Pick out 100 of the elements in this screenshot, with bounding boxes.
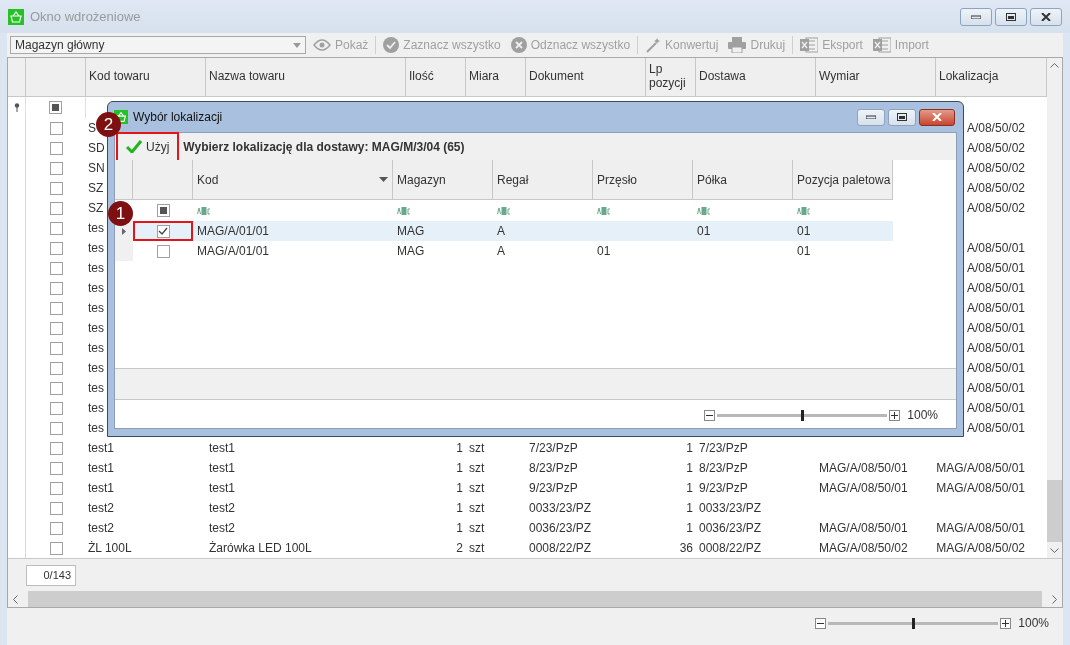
column-header[interactable]: Wymiar	[816, 58, 936, 97]
column-header[interactable]: Lokalizacja	[936, 58, 1047, 97]
table-cell: 1	[456, 501, 463, 515]
table-cell: tes	[88, 341, 104, 355]
row-checkbox[interactable]	[49, 161, 63, 175]
zoom-in-button[interactable]	[1000, 617, 1012, 629]
column-header[interactable]: Nazwa towaru	[206, 58, 406, 97]
row-checkbox[interactable]	[49, 421, 63, 435]
row-indicator	[115, 241, 133, 261]
row-checkbox[interactable]	[49, 241, 63, 255]
spreadsheet-icon	[800, 37, 819, 53]
restore-button[interactable]	[888, 108, 916, 126]
table-cell: tes	[88, 281, 104, 295]
select-all-checkbox[interactable]	[49, 101, 62, 114]
column-header[interactable]: Kod	[193, 160, 393, 200]
scrollbar-thumb[interactable]	[1047, 480, 1062, 542]
row-checkbox[interactable]	[156, 224, 170, 238]
column-header[interactable]: Regał	[493, 160, 593, 200]
table-cell: test1	[209, 461, 235, 475]
column-header[interactable]: Kod towaru	[86, 58, 206, 97]
row-checkbox[interactable]	[156, 244, 170, 258]
table-cell: MAG/A/08/50/01	[936, 521, 1025, 535]
table-cell: tes	[88, 301, 104, 315]
dialog-heading: Wybierz lokalizację dla dostawy: MAG/M/3/04 (65)	[183, 139, 465, 154]
row-checkbox[interactable]	[49, 361, 63, 375]
zoom-out-button[interactable]	[815, 617, 827, 629]
text-filter-icon	[697, 206, 711, 215]
table-cell: A/08/50/01	[966, 241, 1025, 255]
table-cell: Żarówka LED 100L	[209, 541, 312, 555]
row-checkbox[interactable]	[49, 461, 63, 475]
current-row-icon	[122, 227, 126, 235]
table-cell: ŻL 100L	[88, 541, 132, 555]
vertical-scrollbar[interactable]	[1047, 58, 1062, 558]
column-header[interactable]: Pozycja paletowa	[793, 160, 893, 200]
row-checkbox[interactable]	[49, 281, 63, 295]
column-header[interactable]: Półka	[693, 160, 793, 200]
scroll-down-icon[interactable]	[1050, 548, 1059, 554]
column-header[interactable]: Przęsło	[593, 160, 693, 200]
row-checkbox[interactable]	[49, 141, 63, 155]
row-checkbox[interactable]	[49, 121, 63, 135]
column-header[interactable]: Lp pozycji	[646, 58, 696, 97]
restore-button[interactable]	[995, 7, 1027, 26]
scroll-right-icon[interactable]	[1052, 594, 1058, 604]
scroll-left-icon[interactable]	[12, 594, 18, 604]
row-checkbox[interactable]	[49, 181, 63, 195]
table-cell: test2	[88, 501, 114, 515]
restore-icon	[1006, 12, 1016, 21]
zoom-slider[interactable]	[801, 409, 805, 421]
eye-icon	[313, 39, 331, 51]
spreadsheet-icon	[872, 37, 891, 53]
minimize-icon	[866, 115, 876, 119]
zoom-slider[interactable]	[912, 617, 916, 629]
row-checkbox[interactable]	[49, 541, 63, 555]
zoom-reading: 100%	[907, 408, 938, 422]
row-checkbox[interactable]	[49, 401, 63, 415]
basket-icon	[8, 8, 24, 25]
scroll-up-icon[interactable]	[1050, 62, 1059, 68]
close-button[interactable]	[1030, 7, 1062, 26]
row-checkbox[interactable]	[49, 301, 63, 315]
table-cell: szt	[469, 541, 485, 555]
table-cell: szt	[469, 441, 485, 455]
row-checkbox[interactable]	[49, 321, 63, 335]
column-header[interactable]: Miara	[466, 58, 526, 97]
table-cell: MAG/A/08/50/02	[819, 541, 908, 555]
warehouse-dropdown[interactable]: Magazyn główny	[10, 36, 306, 54]
column-header[interactable]	[8, 58, 26, 97]
dialog-title: Wybór lokalizacji	[133, 110, 223, 124]
column-header[interactable]: Magazyn	[393, 160, 493, 200]
table-cell: SZ	[88, 181, 104, 195]
table-cell: MAG	[397, 244, 425, 258]
row-checkbox[interactable]	[49, 381, 63, 395]
column-header[interactable]: Dostawa	[696, 58, 816, 97]
row-checkbox[interactable]	[49, 221, 63, 235]
row-checkbox[interactable]	[49, 481, 63, 495]
text-filter-icon	[797, 206, 811, 215]
table-cell: szt	[469, 501, 485, 515]
dialog-row[interactable]: MAG/A/01/01 MAG A 01 01	[115, 241, 956, 261]
table-cell: A/08/50/02	[966, 161, 1025, 175]
column-header[interactable]: Dokument	[526, 58, 646, 97]
table-cell: tes	[88, 401, 104, 415]
row-checkbox[interactable]	[49, 261, 63, 275]
row-checkbox[interactable]	[49, 521, 63, 535]
row-checkbox[interactable]	[49, 441, 63, 455]
plus-icon	[1002, 619, 1010, 627]
row-checkbox[interactable]	[49, 501, 63, 515]
row-checkbox[interactable]	[49, 201, 63, 215]
zoom-out-button[interactable]	[704, 409, 716, 421]
table-cell: tes	[88, 241, 104, 255]
caret-icon	[293, 42, 301, 48]
table-cell: test1	[209, 481, 235, 495]
close-button[interactable]	[919, 108, 955, 126]
table-cell: MAG/A/08/50/01	[936, 461, 1025, 475]
column-header[interactable]: Ilość	[406, 58, 466, 97]
column-header[interactable]	[115, 160, 133, 200]
zoom-in-button[interactable]	[889, 409, 901, 421]
row-checkbox[interactable]	[49, 341, 63, 355]
select-all-checkbox[interactable]	[156, 204, 170, 217]
text-filter-icon	[497, 206, 511, 215]
table-cell: A/08/50/01	[966, 261, 1025, 275]
plus-icon	[891, 411, 899, 419]
